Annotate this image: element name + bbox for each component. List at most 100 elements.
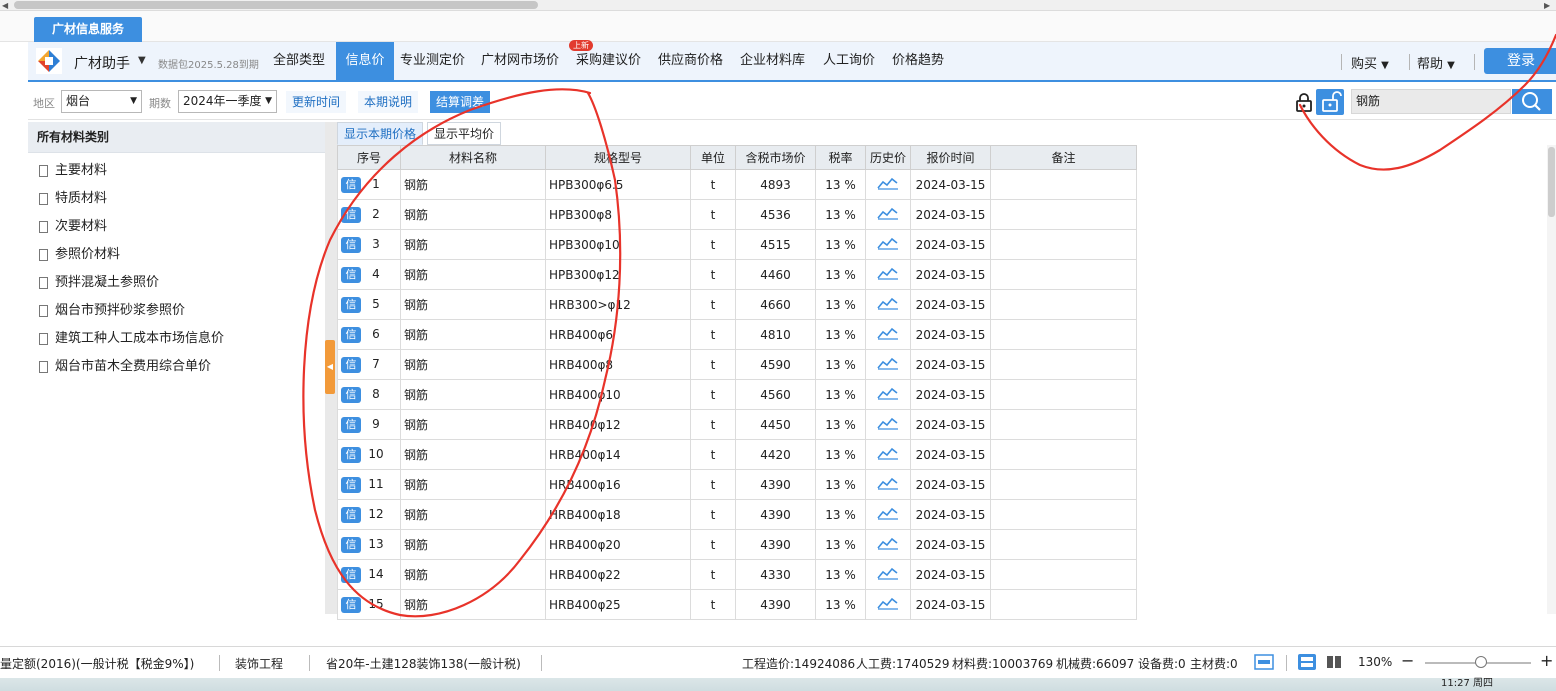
info-badge[interactable]: 信: [341, 236, 361, 253]
scroll-thumb[interactable]: [14, 1, 538, 9]
history-cell[interactable]: [865, 499, 911, 530]
col-header-unit[interactable]: 单位: [690, 145, 736, 170]
table-vertical-scrollbar[interactable]: [1547, 145, 1556, 614]
col-header-no[interactable]: 序号: [337, 145, 401, 170]
collapse-left-icon[interactable]: ◀: [325, 340, 335, 394]
trend-chart-icon[interactable]: [877, 506, 899, 520]
table-row[interactable]: 信 2 钢筋 HPB300φ8 t 4536 13 % 2024-03-15: [337, 199, 1137, 230]
nav-purchase-suggest-price[interactable]: 采购建议价: [572, 42, 645, 80]
trend-chart-icon[interactable]: [877, 206, 899, 220]
info-badge[interactable]: 信: [341, 176, 361, 193]
info-badge[interactable]: 信: [341, 446, 361, 463]
history-cell[interactable]: [865, 559, 911, 590]
zoom-in-icon[interactable]: +: [1540, 651, 1553, 670]
trend-chart-icon[interactable]: [877, 446, 899, 460]
table-row[interactable]: 信 10 钢筋 HRB400φ14 t 4420 13 % 2024-03-15: [337, 439, 1137, 470]
info-badge[interactable]: 信: [341, 566, 361, 583]
table-row[interactable]: 信 13 钢筋 HRB400φ20 t 4390 13 % 2024-03-15: [337, 529, 1137, 560]
history-cell[interactable]: [865, 199, 911, 230]
app-tab[interactable]: 广材信息服务: [34, 17, 142, 42]
note-cell[interactable]: [990, 199, 1137, 230]
info-badge[interactable]: 信: [341, 206, 361, 223]
lock-icon[interactable]: [1294, 92, 1314, 112]
trend-chart-icon[interactable]: [877, 386, 899, 400]
history-cell[interactable]: [865, 379, 911, 410]
info-badge[interactable]: 信: [341, 266, 361, 283]
trend-chart-icon[interactable]: [877, 476, 899, 490]
scroll-left-icon[interactable]: ◀: [2, 0, 8, 11]
note-cell[interactable]: [990, 409, 1137, 440]
info-badge[interactable]: 信: [341, 536, 361, 553]
trend-chart-icon[interactable]: [877, 356, 899, 370]
col-header-spec[interactable]: 规格型号: [545, 145, 691, 170]
scroll-right-icon[interactable]: ▶: [1544, 0, 1550, 11]
history-cell[interactable]: [865, 439, 911, 470]
table-row[interactable]: 信 8 钢筋 HRB400φ10 t 4560 13 % 2024-03-15: [337, 379, 1137, 410]
update-time-button[interactable]: 更新时间: [286, 91, 347, 113]
history-cell[interactable]: [865, 229, 911, 260]
sidebar-item-reference-materials[interactable]: 参照价材料: [28, 241, 325, 269]
trend-chart-icon[interactable]: [877, 266, 899, 280]
trend-chart-icon[interactable]: [877, 236, 899, 250]
nav-market-price[interactable]: 广材网市场价: [477, 42, 563, 80]
note-cell[interactable]: [990, 499, 1137, 530]
table-row[interactable]: 信 5 钢筋 HRB300>φ12 t 4660 13 % 2024-03-15: [337, 289, 1137, 320]
table-row[interactable]: 信 1 钢筋 HPB300φ6.5 t 4893 13 % 2024-03-15: [337, 169, 1137, 200]
trend-chart-icon[interactable]: [877, 296, 899, 310]
history-cell[interactable]: [865, 169, 911, 200]
top-horizontal-scrollbar[interactable]: ◀ ▶: [0, 0, 1556, 11]
sidebar-item-mortar[interactable]: 烟台市预拌砂浆参照价: [28, 297, 325, 325]
period-notes-button[interactable]: 本期说明: [358, 91, 419, 113]
nav-professional-price[interactable]: 专业测定价: [396, 42, 469, 80]
table-row[interactable]: 信 11 钢筋 HRB400φ16 t 4390 13 % 2024-03-15: [337, 469, 1137, 500]
zoom-out-icon[interactable]: −: [1401, 651, 1414, 670]
table-row[interactable]: 信 3 钢筋 HPB300φ10 t 4515 13 % 2024-03-15: [337, 229, 1137, 260]
sidebar-item-concrete[interactable]: 预拌混凝土参照价: [28, 269, 325, 297]
col-header-note[interactable]: 备注: [990, 145, 1137, 170]
col-header-history[interactable]: 历史价: [865, 145, 911, 170]
history-cell[interactable]: [865, 319, 911, 350]
note-cell[interactable]: [990, 379, 1137, 410]
trend-chart-icon[interactable]: [877, 536, 899, 550]
region-select[interactable]: 烟台 ▼: [61, 90, 142, 113]
table-row[interactable]: 信 6 钢筋 HRB400φ6 t 4810 13 % 2024-03-15: [337, 319, 1137, 350]
history-cell[interactable]: [865, 589, 911, 620]
zoom-slider-knob[interactable]: [1475, 656, 1487, 668]
info-badge[interactable]: 信: [341, 596, 361, 613]
note-cell[interactable]: [990, 559, 1137, 590]
info-badge[interactable]: 信: [341, 416, 361, 433]
help-menu[interactable]: 帮助 ▼: [1417, 53, 1455, 72]
nav-supplier-price[interactable]: 供应商价格: [654, 42, 727, 80]
table-row[interactable]: 信 14 钢筋 HRB400φ22 t 4330 13 % 2024-03-15: [337, 559, 1137, 590]
trend-chart-icon[interactable]: [877, 326, 899, 340]
sidebar-item-special-materials[interactable]: 特质材料: [28, 185, 325, 213]
table-row[interactable]: 信 12 钢筋 HRB400φ18 t 4390 13 % 2024-03-15: [337, 499, 1137, 530]
trend-chart-icon[interactable]: [877, 176, 899, 190]
buy-menu[interactable]: 购买 ▼: [1351, 53, 1389, 72]
sidebar-item-labor-cost[interactable]: 建筑工种人工成本市场信息价: [28, 325, 325, 353]
note-cell[interactable]: [990, 469, 1137, 500]
search-input[interactable]: 钢筋: [1351, 89, 1511, 114]
trend-chart-icon[interactable]: [877, 566, 899, 580]
list-view-icon[interactable]: [1297, 653, 1317, 671]
scroll-thumb[interactable]: [1548, 147, 1555, 217]
search-icon[interactable]: [1512, 89, 1552, 114]
settlement-adjust-button[interactable]: 结算调差: [430, 91, 491, 113]
tab-average-price[interactable]: 显示平均价: [427, 122, 502, 145]
history-cell[interactable]: [865, 529, 911, 560]
note-cell[interactable]: [990, 289, 1137, 320]
login-button[interactable]: 登录: [1484, 48, 1556, 74]
col-header-date[interactable]: 报价时间: [910, 145, 991, 170]
split-view-icon[interactable]: [1324, 653, 1344, 671]
info-badge[interactable]: 信: [341, 476, 361, 493]
brand-dropdown-icon[interactable]: ▼: [138, 55, 146, 66]
note-cell[interactable]: [990, 589, 1137, 620]
info-badge[interactable]: 信: [341, 296, 361, 313]
nav-all-types[interactable]: 全部类型: [269, 42, 329, 80]
sidebar-item-main-materials[interactable]: 主要材料: [28, 157, 325, 185]
brand-name[interactable]: 广材助手: [74, 53, 130, 73]
history-cell[interactable]: [865, 349, 911, 380]
nav-labor-inquiry[interactable]: 人工询价: [819, 42, 879, 80]
col-header-tax[interactable]: 税率: [815, 145, 866, 170]
period-select[interactable]: 2024年一季度 ▼: [178, 90, 277, 113]
